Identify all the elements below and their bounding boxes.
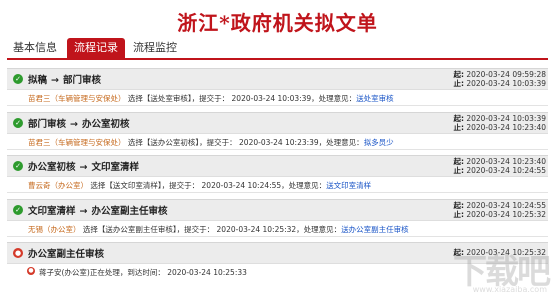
dot-circle-icon: ● <box>13 248 23 258</box>
flow-step-title: 部门审核 → 办公室初核 <box>28 119 130 130</box>
watermark-logo: 下载吧 www.xiazaiba.com <box>453 252 551 294</box>
check-circle-icon: ✓ <box>13 74 23 84</box>
tab-underline <box>7 58 548 60</box>
tab-flow-monitor[interactable]: 流程监控 <box>127 38 183 58</box>
current-status: 蒋子安(办公室)正在处理，到达时间： 2020-03-24 10:25:33 <box>39 268 247 277</box>
handler-name: 苗君三（车辆管理与安保处） <box>28 138 126 147</box>
opinion-text: 拟多员少 <box>363 138 394 147</box>
handler-name: 无锡（办公室） <box>28 225 81 234</box>
flow-step-title: 办公室初核 → 文印室清样 <box>28 162 139 173</box>
check-circle-icon: ✓ <box>13 118 23 128</box>
flow-step-header: ✓ 文印室清样 → 办公室副主任审核 起: 2020-03-24 10:24:55 … <box>7 199 548 221</box>
flow-step-detail: 曹云奇（办公室） 选择【送文印室清样】，提交于： 2020-03-24 10:2… <box>7 177 548 193</box>
status-icon: ● <box>27 267 35 275</box>
handler-name: 苗君三（车辆管理与安保处） <box>28 94 126 103</box>
handler-name: 曹云奇（办公室） <box>28 181 88 190</box>
flow-step: ✓ 文印室清样 → 办公室副主任审核 起: 2020-03-24 10:24:55 … <box>7 199 548 237</box>
opinion-text: 送处室审核 <box>356 94 394 103</box>
opinion-text: 送文印室清样 <box>326 181 372 190</box>
flow-step: ✓ 办公室初核 → 文印室清样 起: 2020-03-24 10:23:40 止: … <box>7 155 548 193</box>
flow-step-times: 起: 2020-03-24 10:23:40 止: 2020-03-24 10:… <box>453 157 546 175</box>
flow-step-header: ✓ 部门审核 → 办公室初核 起: 2020-03-24 10:03:39 止: 2… <box>7 112 548 134</box>
flow-step: ✓ 部门审核 → 办公室初核 起: 2020-03-24 10:03:39 止: 2… <box>7 112 548 150</box>
flow-step-detail: 无锡（办公室） 选择【送办公室副主任审核】，提交于： 2020-03-24 10… <box>7 221 548 237</box>
current-step-title: 办公室副主任审核 <box>28 249 105 260</box>
page-title: 浙江*政府机关拟文单 <box>177 11 378 35</box>
tab-basic-info[interactable]: 基本信息 <box>7 38 63 58</box>
flow-step-detail: 苗君三（车辆管理与安保处） 选择【送处室审核】，提交于： 2020-03-24 … <box>7 90 548 106</box>
flow-step-header: ✓ 拟稿 → 部门审核 起: 2020-03-24 09:59:28 止: 2020… <box>7 68 548 90</box>
flow-step-title: 拟稿 → 部门审核 <box>28 75 101 86</box>
opinion-text: 送办公室副主任审核 <box>341 225 409 234</box>
flow-step-times: 起: 2020-03-24 10:24:55 止: 2020-03-24 10:… <box>453 201 546 219</box>
flow-step-header: ✓ 办公室初核 → 文印室清样 起: 2020-03-24 10:23:40 止: … <box>7 155 548 177</box>
flow-step-times: 起: 2020-03-24 09:59:28 止: 2020-03-24 10:… <box>453 70 546 88</box>
flow-step: ✓ 拟稿 → 部门审核 起: 2020-03-24 09:59:28 止: 2020… <box>7 68 548 106</box>
flow-step-detail: 苗君三（车辆管理与安保处） 选择【送办公室初核】，提交于： 2020-03-24… <box>7 134 548 150</box>
tab-flow-record[interactable]: 流程记录 <box>67 38 125 58</box>
flow-step-times: 起: 2020-03-24 10:03:39 止: 2020-03-24 10:… <box>453 114 546 132</box>
check-circle-icon: ✓ <box>13 205 23 215</box>
flow-step-title: 文印室清样 → 办公室副主任审核 <box>28 206 168 217</box>
check-circle-icon: ✓ <box>13 161 23 171</box>
